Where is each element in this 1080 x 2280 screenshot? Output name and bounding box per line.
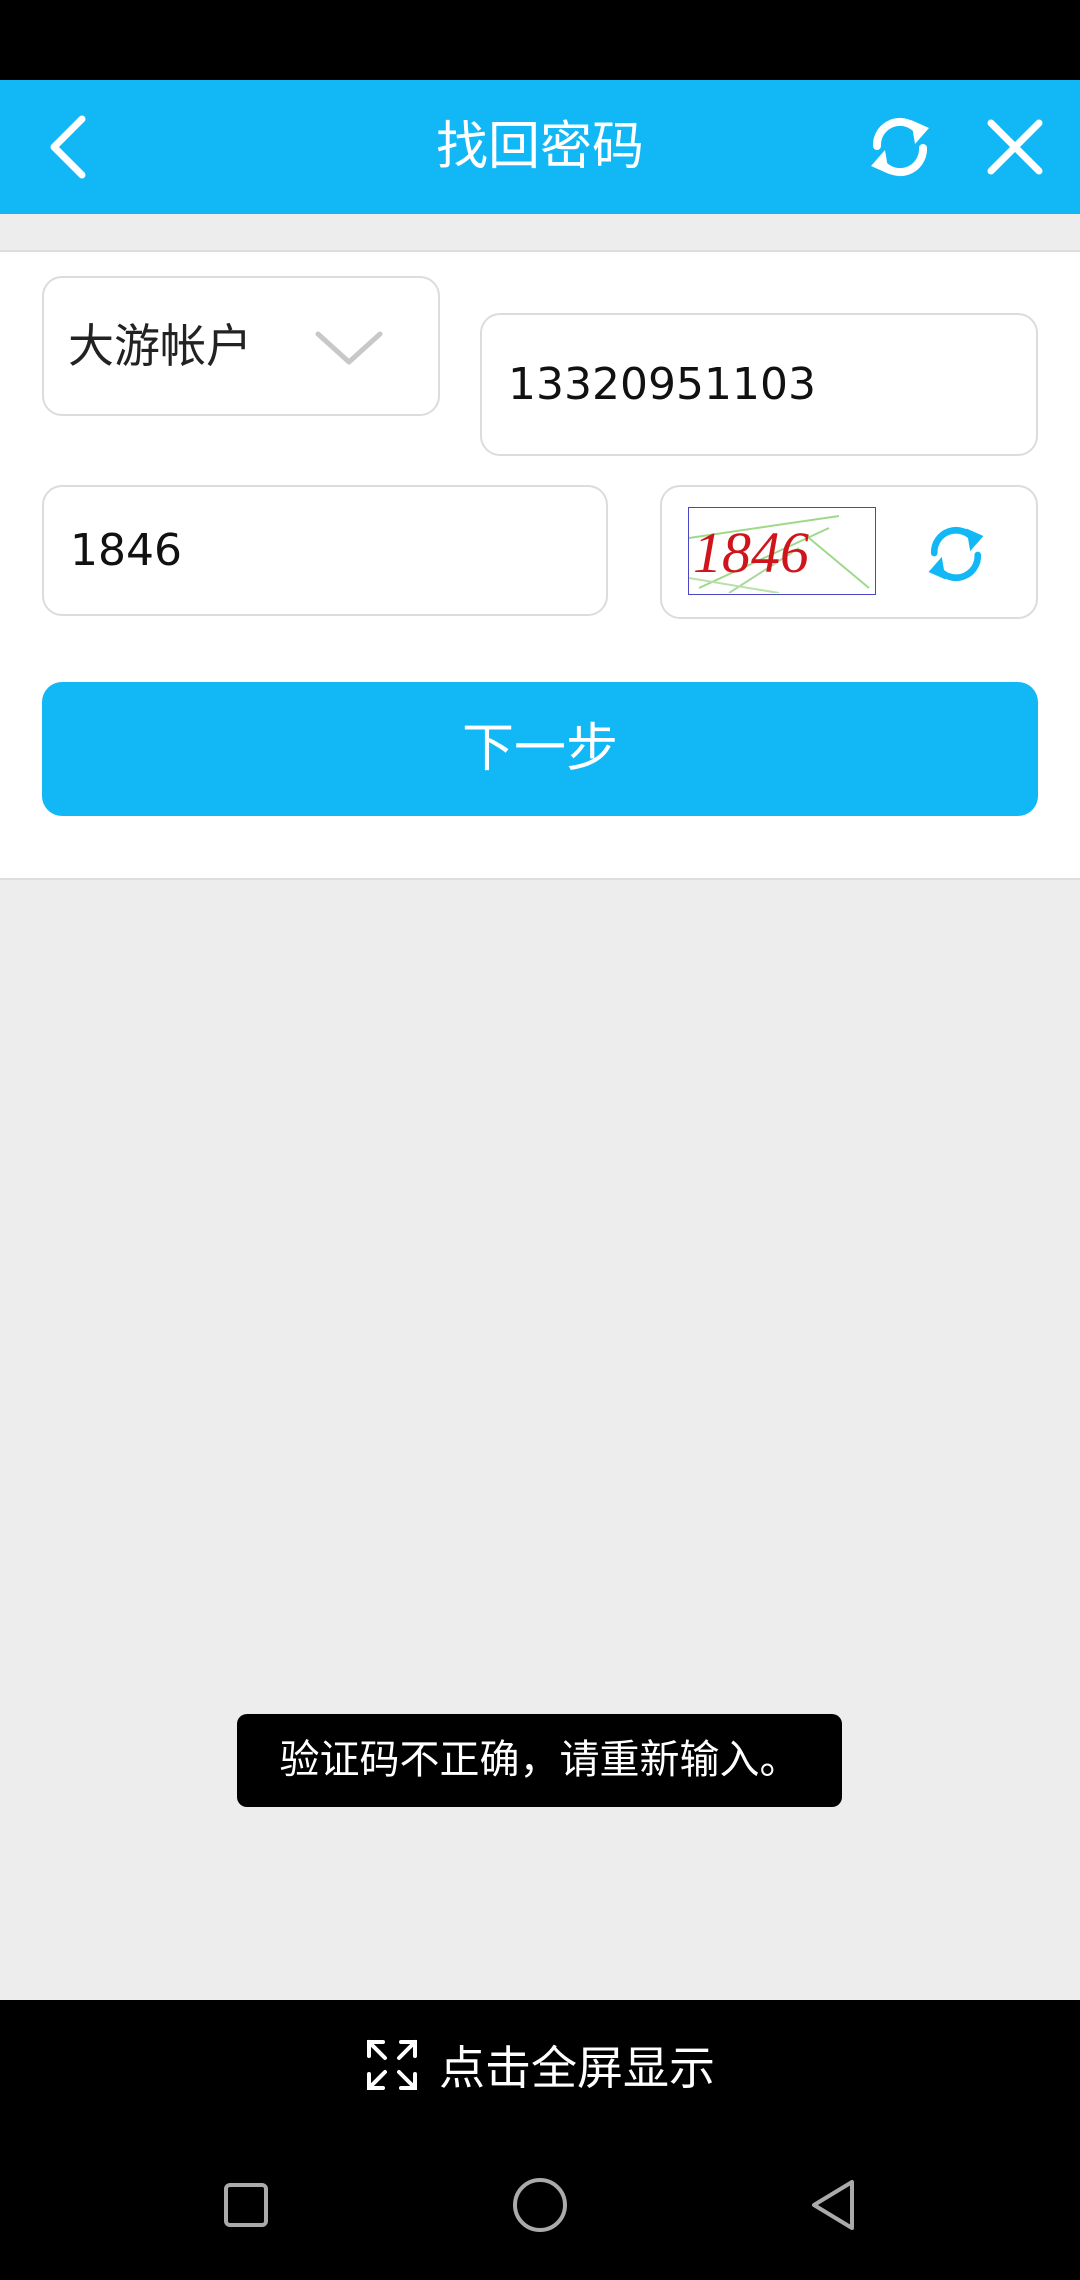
home-button[interactable] [480, 2130, 600, 2280]
phone-input[interactable]: 13320951103 [480, 313, 1038, 456]
captcha-noise: 1846 [689, 515, 870, 594]
chevron-down-icon [315, 331, 383, 365]
captcha-refresh-button[interactable] [916, 514, 996, 594]
captcha-text: 1846 [693, 520, 809, 585]
fullscreen-bar[interactable]: 点击全屏显示 [0, 2000, 1080, 2130]
back-button[interactable] [30, 80, 110, 214]
next-step-button[interactable]: 下一步 [42, 682, 1038, 816]
verification-code-input[interactable]: 1846 [42, 485, 608, 616]
account-type-label: 大游帐户 [68, 319, 252, 373]
refresh-button[interactable] [850, 80, 950, 214]
recents-button[interactable] [186, 2130, 306, 2280]
triangle-back-icon [812, 2180, 854, 2230]
phone-value: 13320951103 [508, 359, 816, 410]
chevron-left-icon [50, 115, 86, 179]
close-icon [987, 119, 1043, 175]
captcha-image[interactable]: 1846 [688, 507, 876, 595]
app-header: 找回密码 [0, 80, 1080, 214]
status-bar [0, 0, 1080, 80]
account-type-select[interactable]: 大游帐户 [42, 276, 440, 416]
verification-code-value: 1846 [70, 525, 182, 576]
circle-icon [513, 2178, 567, 2232]
fullscreen-label: 点击全屏显示 [439, 2041, 715, 2095]
close-button[interactable] [970, 80, 1060, 214]
expand-icon [365, 2038, 419, 2092]
refresh-icon [871, 117, 929, 177]
refresh-icon [928, 527, 984, 581]
back-nav-button[interactable] [774, 2130, 894, 2280]
error-toast: 验证码不正确，请重新输入。 [237, 1714, 842, 1807]
square-icon [224, 2183, 268, 2227]
captcha-box: 1846 [660, 485, 1038, 619]
system-nav-bar [0, 2130, 1080, 2280]
